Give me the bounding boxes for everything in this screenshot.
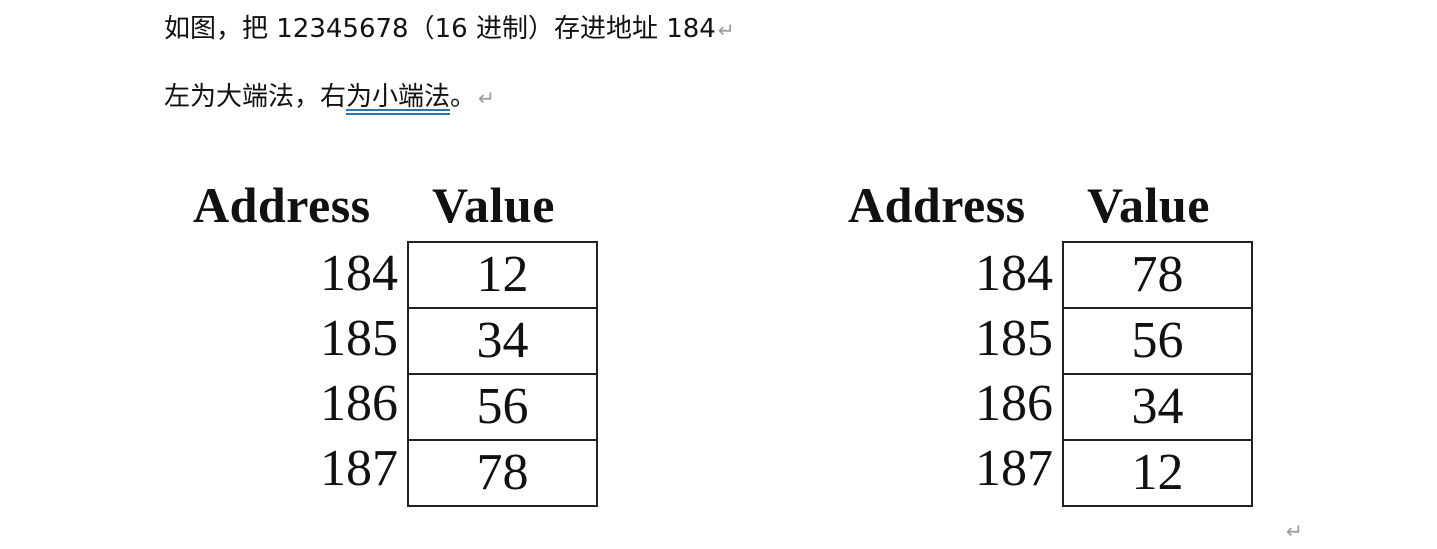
address-cell: 185 bbox=[320, 310, 398, 367]
address-cell: 184 bbox=[320, 245, 398, 302]
paragraph-mark-icon: ↵ bbox=[1286, 519, 1303, 543]
value-cell: 12 bbox=[409, 243, 596, 309]
endianness-text-prefix: 左为大端法，右 bbox=[164, 82, 347, 112]
big-endian-figure: Address Value 184 185 186 187 12 34 56 7… bbox=[190, 175, 610, 507]
value-column: 12 34 56 78 bbox=[407, 241, 598, 507]
paragraph-intro: 如图，把 12345678（16 进制）存进地址 184 ↵ bbox=[164, 13, 735, 46]
address-cell: 187 bbox=[975, 440, 1053, 497]
value-cell: 34 bbox=[409, 309, 596, 375]
address-cell: 185 bbox=[975, 310, 1053, 367]
paragraph-mark-icon: ↵ bbox=[478, 86, 495, 110]
value-header: Value bbox=[1087, 177, 1210, 233]
endianness-text-suffix: 。 bbox=[450, 82, 477, 112]
address-cell: 184 bbox=[975, 245, 1053, 302]
value-cell: 34 bbox=[1064, 375, 1251, 441]
value-cell: 56 bbox=[409, 375, 596, 441]
address-cell: 187 bbox=[320, 440, 398, 497]
value-cell: 78 bbox=[1064, 243, 1251, 309]
value-cell: 78 bbox=[476, 444, 529, 501]
address-cell: 186 bbox=[320, 375, 398, 432]
intro-text: 如图，把 12345678（16 进制）存进地址 184 bbox=[164, 14, 716, 44]
value-column: 78 56 34 12 bbox=[1062, 241, 1253, 507]
address-header: Address bbox=[193, 177, 371, 233]
address-cell: 186 bbox=[975, 375, 1053, 432]
value-cell: 12 bbox=[1131, 444, 1184, 501]
address-header: Address bbox=[848, 177, 1026, 233]
paragraph-endianness: 左为大端法，右为小端法。 ↵ bbox=[164, 81, 495, 114]
address-column: 184 185 186 187 bbox=[941, 241, 1053, 501]
little-endian-figure: Address Value 184 185 186 187 78 56 34 1… bbox=[845, 175, 1265, 507]
value-header: Value bbox=[432, 177, 555, 233]
value-cell: 56 bbox=[1064, 309, 1251, 375]
address-column: 184 185 186 187 bbox=[286, 241, 398, 501]
paragraph-mark-icon: ↵ bbox=[717, 18, 735, 42]
endianness-text-underlined: 为小端法 bbox=[346, 82, 451, 112]
